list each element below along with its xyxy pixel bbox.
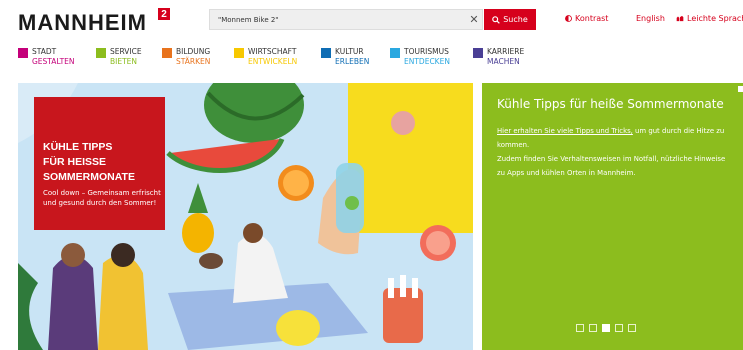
clear-search-icon[interactable]: ✕	[467, 10, 481, 29]
info-panel-text: Hier erhalten Sie viele Tipps und Tricks…	[497, 124, 733, 180]
nav-line2: entwickeln	[248, 57, 298, 66]
nav-kultur-erleben[interactable]: Kultur erleben	[321, 47, 369, 67]
slide-dot-5[interactable]	[628, 324, 636, 332]
slide-dot-4[interactable]	[615, 324, 623, 332]
search-input-value: "Monnem Bike 2"	[218, 15, 279, 24]
contrast-link[interactable]: Kontrast	[565, 14, 608, 23]
nav-line1: Kultur	[335, 47, 364, 56]
service-color-square	[96, 48, 106, 58]
slide-dot-1[interactable]	[576, 324, 584, 332]
slide-dot-2[interactable]	[589, 324, 597, 332]
info-text-2: Zudem finden Sie Verhaltensweisen im Not…	[497, 155, 726, 177]
contrast-icon	[565, 15, 572, 22]
english-label: English	[636, 14, 665, 23]
promo-title: Kühle Tipps für heisse Sommermonate	[43, 140, 163, 185]
stadt-color-square	[18, 48, 28, 58]
promo-title-line: Kühle Tipps	[43, 141, 113, 153]
promo-body: Cool down – Gemeinsam erfrischt und gesu…	[43, 189, 161, 207]
nav-line2: erleben	[335, 57, 370, 66]
info-panel-title: Kühle Tipps für heiße Sommermonate	[497, 97, 724, 111]
easy-language-icon	[676, 15, 684, 22]
english-link[interactable]: English	[636, 14, 665, 23]
promo-title-line: Sommermonate	[43, 171, 135, 183]
nav-line2: stärken	[176, 57, 211, 66]
logo-superscript: 2	[158, 8, 170, 20]
nav-line2: entdecken	[404, 57, 450, 66]
nav-bildung-staerken[interactable]: Bildung stärken	[162, 47, 210, 67]
panel-corner-mark	[738, 86, 743, 92]
kultur-color-square	[321, 48, 331, 58]
wirtschaft-color-square	[234, 48, 244, 58]
easy-language-label: Leichte Sprache	[687, 14, 743, 23]
nav-karriere-machen[interactable]: Karriere machen	[473, 47, 524, 67]
slider-pagination	[576, 324, 636, 332]
search-input[interactable]: "Monnem Bike 2"	[209, 9, 483, 30]
slide-dot-3[interactable]	[602, 324, 610, 332]
magnifier-icon	[492, 15, 501, 24]
nav-line2: bieten	[110, 57, 138, 66]
nav-wirtschaft-entwickeln[interactable]: Wirtschaft entwickeln	[234, 47, 297, 67]
nav-line1: Stadt	[32, 47, 57, 56]
nav-stadt-gestalten[interactable]: Stadt gestalten	[18, 47, 75, 67]
karriere-color-square	[473, 48, 483, 58]
nav-tourismus-entdecken[interactable]: Tourismus entdecken	[390, 47, 450, 67]
tourismus-color-square	[390, 48, 400, 58]
easy-language-link[interactable]: Leichte Sprache	[676, 14, 743, 23]
search-button-label: Suche	[503, 15, 528, 24]
promo-title-line: für heisse	[43, 156, 107, 168]
nav-line1: Bildung	[176, 47, 211, 56]
nav-line1: Karriere	[487, 47, 525, 56]
bildung-color-square	[162, 48, 172, 58]
nav-line2: machen	[487, 57, 520, 66]
nav-line1: Tourismus	[404, 47, 449, 56]
nav-service-bieten[interactable]: Service bieten	[96, 47, 142, 67]
nav-line1: Service	[110, 47, 142, 56]
contrast-label: Kontrast	[575, 14, 609, 23]
nav-line1: Wirtschaft	[248, 47, 297, 56]
nav-line2: gestalten	[32, 57, 75, 66]
tips-link[interactable]: Hier erhalten Sie viele Tipps und Tricks…	[497, 127, 633, 135]
mannheim-logo[interactable]: MANNHEIM	[18, 10, 147, 36]
search-button[interactable]: Suche	[484, 9, 536, 30]
